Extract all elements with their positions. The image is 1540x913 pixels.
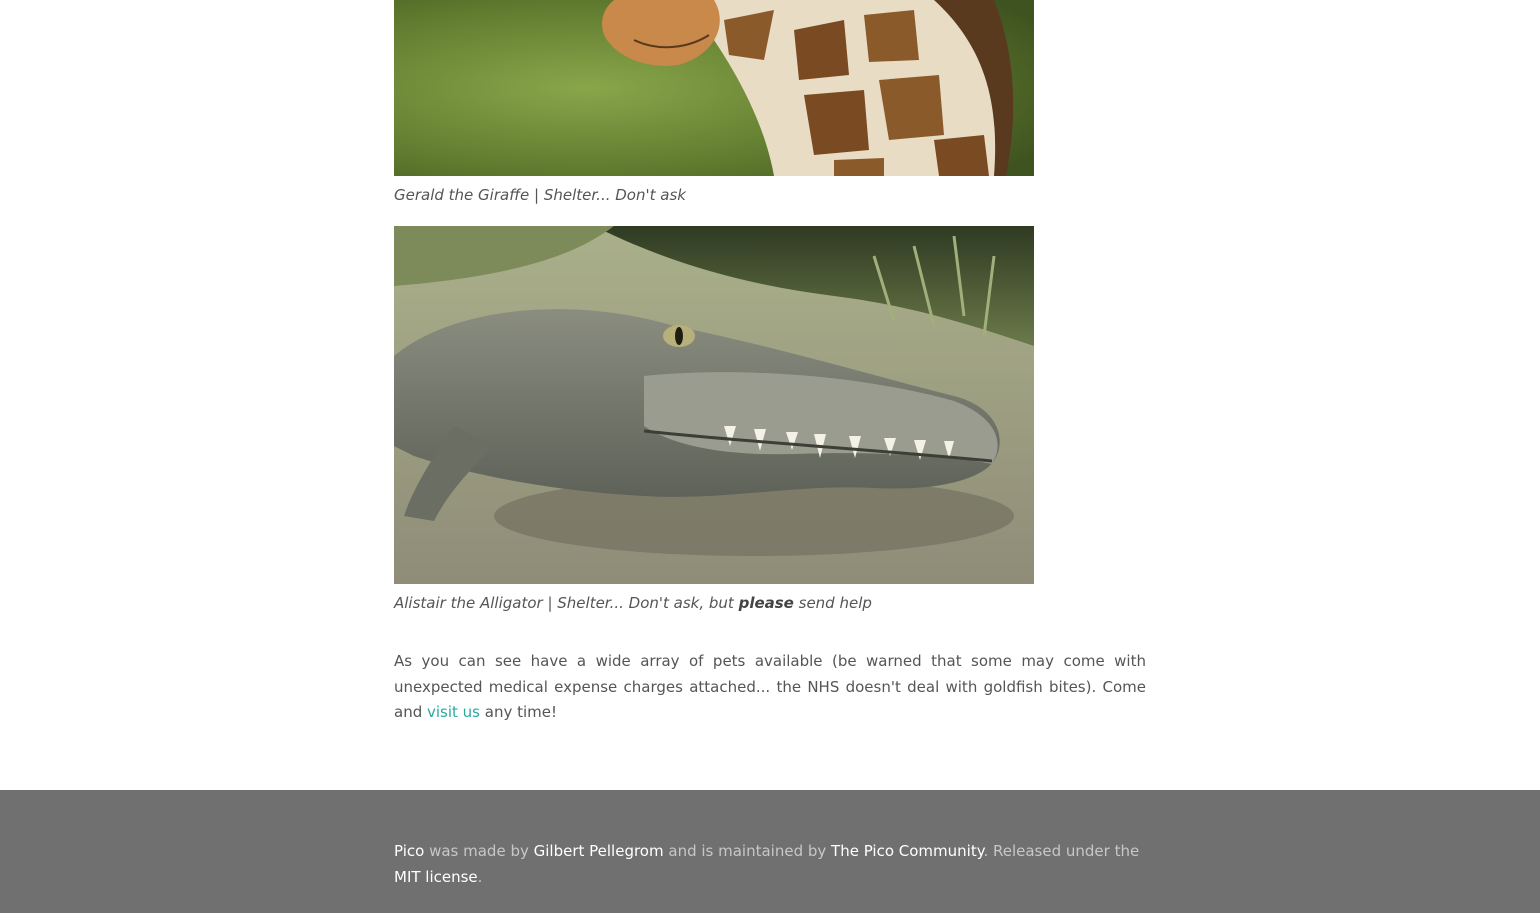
footer-credits: Pico was made by Gilbert Pellegrom and i… [394,838,1154,890]
visit-us-link[interactable]: visit us [427,703,480,721]
alligator-caption-prefix: Alistair the Alligator | Shelter... Don'… [394,594,739,612]
pico-link[interactable]: Pico [394,842,424,860]
license-link[interactable]: MIT license [394,868,478,886]
intro-paragraph: As you can see have a wide array of pets… [394,649,1146,726]
giraffe-image [394,0,1034,176]
footer-maintained-by: and is maintained by [663,842,832,860]
alligator-image [394,226,1034,584]
footer-made-by: was made by [424,842,534,860]
alligator-caption: Alistair the Alligator | Shelter... Don'… [394,594,872,612]
alligator-caption-emphasis: please [738,594,794,612]
footer-end: . [477,868,483,886]
giraffe-caption: Gerald the Giraffe | Shelter... Don't as… [394,186,686,204]
footer-released-under: . Released under the [983,842,1140,860]
alligator-caption-suffix: send help [793,594,872,612]
author-link[interactable]: Gilbert Pellegrom [534,842,664,860]
paragraph-text-after: any time! [480,703,558,721]
site-footer: Pico was made by Gilbert Pellegrom and i… [0,790,1540,913]
community-link[interactable]: The Pico Community [831,842,983,860]
